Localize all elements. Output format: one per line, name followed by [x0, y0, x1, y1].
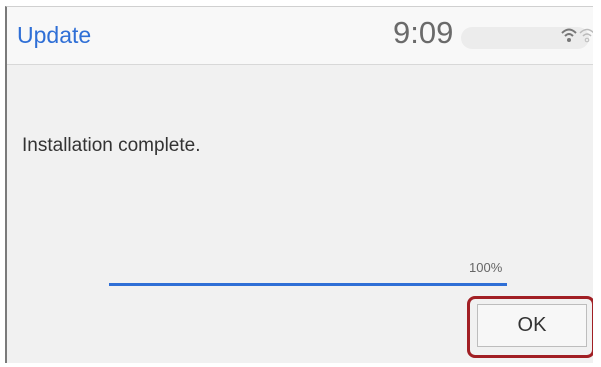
clock: 9:09 [393, 15, 454, 50]
status-message: Installation complete. [22, 135, 201, 156]
status-icons [561, 25, 593, 47]
ok-button[interactable]: OK [477, 304, 587, 347]
header-bar: Update 9:09 [7, 7, 593, 65]
progress-bar [109, 283, 507, 286]
wifi-icon [561, 28, 593, 43]
progress-percent: 100% [469, 260, 503, 275]
page-title: Update [17, 22, 92, 48]
update-screen: Update 9:09 Installation complete. 100% … [5, 6, 593, 363]
progress-fill [109, 283, 507, 286]
